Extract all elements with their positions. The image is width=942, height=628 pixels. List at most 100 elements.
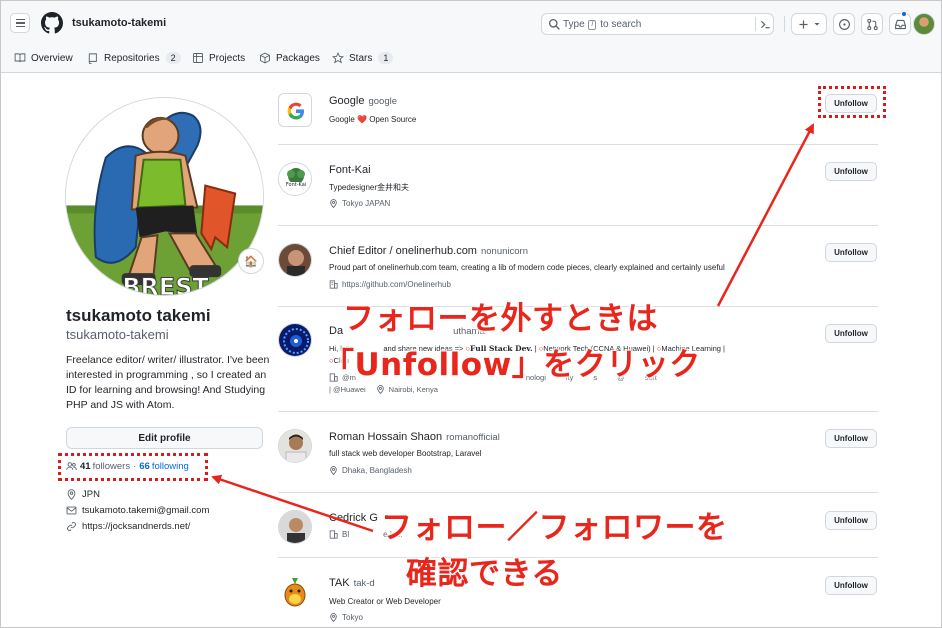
- user-avatar[interactable]: [913, 13, 935, 35]
- list-item: Roman Hossain Shaon romanofficial full st…: [278, 429, 878, 479]
- pull-requests-button[interactable]: [861, 13, 883, 35]
- font-kai-name-line[interactable]: Font-Kai: [329, 164, 371, 176]
- row-divider: [278, 225, 878, 226]
- roman-avatar[interactable]: [278, 429, 312, 463]
- search-placeholder: Type / to search: [563, 19, 641, 30]
- people-icon: [66, 462, 77, 470]
- star-icon: [332, 52, 344, 64]
- onelinerhub-org: https://github.com/Onelinerhub: [329, 280, 451, 289]
- tab-stars[interactable]: Stars 1: [332, 48, 394, 68]
- location-icon: [330, 466, 337, 475]
- followers-count: 41: [80, 461, 91, 472]
- cedrick-avatar[interactable]: [278, 510, 312, 544]
- roman-login: romanofficial: [446, 432, 500, 443]
- profile-tabs: Overview Repositories 2 Projects Package…: [1, 43, 941, 73]
- follow-separator: ·: [133, 461, 137, 472]
- font-kai-name: Font-Kai: [329, 164, 371, 176]
- inbox-button[interactable]: [889, 13, 911, 35]
- follow-annotation-line2: 確認できる: [406, 556, 563, 592]
- organization-icon: [329, 280, 338, 289]
- tab-projects[interactable]: Projects: [192, 48, 245, 68]
- dan-name: Da: [329, 325, 344, 337]
- edit-profile-button[interactable]: Edit profile: [66, 427, 263, 449]
- header-username[interactable]: tsukamoto-takemi: [72, 17, 166, 29]
- book-icon: [14, 53, 26, 63]
- tak-name-line[interactable]: TAK tak-d: [329, 577, 375, 589]
- tak-location-text: Tokyo: [342, 613, 363, 622]
- row-divider: [278, 144, 878, 145]
- roman-photo: [279, 430, 311, 462]
- organization-icon: [329, 530, 338, 539]
- unfollow-button[interactable]: Unfollow: [825, 429, 877, 448]
- tab-repositories[interactable]: Repositories 2: [87, 48, 181, 68]
- font-kai-location-text: Tokyo JAPAN: [342, 199, 391, 208]
- tab-packages[interactable]: Packages: [259, 48, 320, 68]
- profile-bio: Freelance editor/ writer/ illustrator. I…: [66, 354, 270, 411]
- font-kai-location: Tokyo JAPAN: [329, 199, 390, 208]
- unfollow-button[interactable]: Unfollow: [825, 243, 877, 262]
- tab-overview-label: Overview: [31, 52, 73, 64]
- list-item: Google google Google ❤️ Open Source Unfol…: [278, 93, 878, 137]
- profile-location-text: JPN: [82, 489, 100, 500]
- unfollow-button[interactable]: Unfollow: [825, 511, 877, 530]
- followers-link[interactable]: 41 followers: [80, 461, 130, 472]
- repositories-count: 2: [165, 52, 181, 64]
- svg-text:Font-Kai: Font-Kai: [286, 182, 306, 188]
- search-input[interactable]: Type / to search: [541, 13, 774, 35]
- font-kai-bio: Typedesigner金井和夫: [329, 183, 410, 192]
- tab-overview[interactable]: Overview: [14, 48, 73, 68]
- font-kai-logo-icon: Font-Kai: [279, 163, 311, 195]
- google-name-line[interactable]: Google google: [329, 95, 397, 107]
- mail-icon: [66, 506, 77, 515]
- tak-login: tak-d: [353, 578, 375, 589]
- unfollow-button[interactable]: Unfollow: [825, 162, 877, 181]
- screenshot-frame: tsukamoto-takemi Type / to search Overvi…: [0, 0, 942, 628]
- following-label: following: [151, 461, 189, 472]
- profile-avatar-illustration: BREST: [66, 98, 263, 296]
- tak-bio: Web Creator or Web Developer: [329, 597, 441, 606]
- tak-character-icon: [278, 575, 312, 609]
- command-palette-icon[interactable]: [759, 18, 772, 31]
- location-icon: [376, 385, 384, 394]
- header-divider: [784, 16, 785, 32]
- onelinerhub-avatar[interactable]: [278, 243, 312, 277]
- cedrick-photo: [279, 511, 311, 543]
- search-icon: [548, 18, 560, 30]
- roman-name-line[interactable]: Roman Hossain Shaon romanofficial: [329, 431, 500, 443]
- follow-counts: 41 followers · 66 following: [66, 461, 189, 472]
- dan-location: Nairobi, Kenya: [388, 385, 438, 394]
- dan-org-line2: | @Huawei Nairobi, Kenya: [329, 385, 438, 394]
- profile-email[interactable]: tsukamoto.takemi@gmail.com: [66, 505, 209, 516]
- search-placeholder-prefix: Type: [563, 19, 585, 30]
- list-item: Chief Editor / onelinerhub.com nonunicorn…: [278, 243, 878, 293]
- profile-avatar[interactable]: BREST: [65, 97, 264, 296]
- google-logo-icon: [279, 94, 311, 126]
- search-placeholder-suffix: to search: [600, 19, 642, 30]
- notification-dot: [901, 11, 907, 17]
- font-kai-avatar[interactable]: Font-Kai: [278, 162, 312, 196]
- onelinerhub-login: nonunicorn: [480, 246, 528, 257]
- repo-icon: [88, 53, 97, 64]
- status-emoji-button[interactable]: 🏠: [238, 248, 264, 274]
- issues-button[interactable]: [833, 13, 855, 35]
- svg-text:BREST: BREST: [122, 273, 209, 296]
- tak-avatar[interactable]: [278, 575, 312, 609]
- github-logo-icon[interactable]: [41, 12, 63, 34]
- onelinerhub-name-line[interactable]: Chief Editor / onelinerhub.com nonunicorn: [329, 245, 528, 257]
- roman-location: Dhaka, Bangladesh: [329, 466, 412, 475]
- plus-icon: [799, 19, 808, 29]
- roman-bio: full stack web developer Bootstrap, Lara…: [329, 449, 482, 458]
- google-bio: Google ❤️ Open Source: [329, 115, 417, 124]
- unfollow-button[interactable]: Unfollow: [825, 324, 877, 343]
- google-avatar[interactable]: [278, 93, 312, 127]
- following-count: 66: [139, 461, 150, 472]
- menu-icon[interactable]: [10, 13, 30, 33]
- following-link[interactable]: 66 following: [139, 461, 189, 472]
- cedrick-name-line[interactable]: Cedrick G: [329, 512, 378, 524]
- dan-avatar[interactable]: [278, 323, 312, 357]
- unfollow-button[interactable]: Unfollow: [825, 576, 877, 595]
- create-new-button[interactable]: [791, 13, 827, 35]
- profile-website[interactable]: https://jocksandnerds.net/: [66, 521, 190, 532]
- list-item: TAK tak-d Web Creator or Web Developer To…: [278, 575, 878, 625]
- profile-email-text: tsukamoto.takemi@gmail.com: [82, 505, 210, 516]
